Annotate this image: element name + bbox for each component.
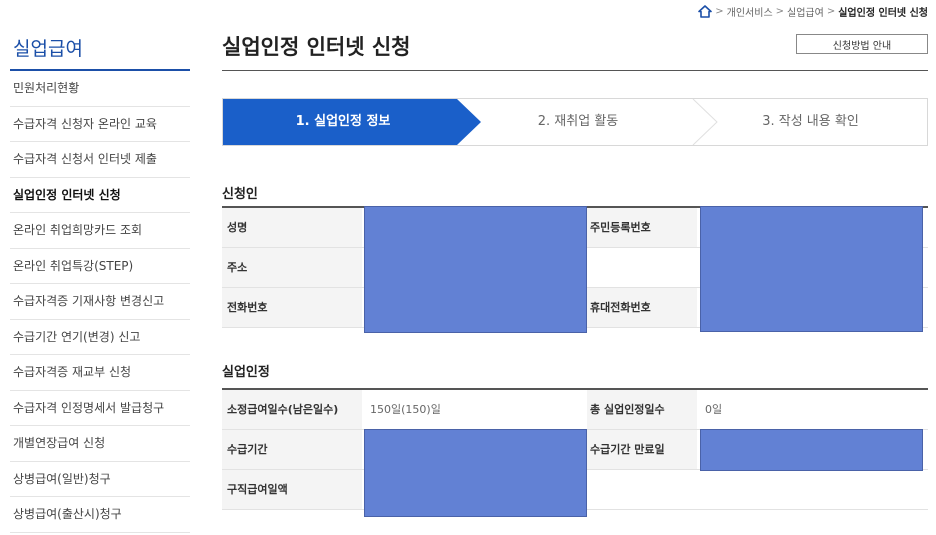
breadcrumb-item-current: 실업인정 인터넷 신청 xyxy=(838,8,928,19)
redaction-block-name-address-phone xyxy=(364,206,587,333)
main-content: 실업인정 인터넷 신청 신청방법 안내 1. 실업인정 정보 2. 재취업 활동… xyxy=(222,28,928,510)
sidebar-item-sickness-general[interactable]: 상병급여(일반)청구 xyxy=(10,462,190,497)
benefit-days-value: 150일(150)일 xyxy=(362,389,587,430)
sidebar-item-reissue[interactable]: 수급자격증 재교부 신청 xyxy=(10,355,190,391)
step-indicator: 1. 실업인정 정보 2. 재취업 활동 3. 작성 내용 확인 xyxy=(222,98,928,146)
step-2-reemployment-activity: 2. 재취업 활동 xyxy=(537,114,619,129)
sidebar-item-job-card[interactable]: 온라인 취업희망카드 조회 xyxy=(10,213,190,249)
sidebar-item-certificate-request[interactable]: 수급자격 인정명세서 발급청구 xyxy=(10,391,190,426)
table-row: 소정급여일수(남은일수) 150일(150)일 총 실업인정일수 0일 xyxy=(222,389,928,430)
period-expiry-label: 수급기간 만료일 xyxy=(587,429,697,470)
application-guide-button[interactable]: 신청방법 안내 xyxy=(796,34,928,54)
total-recognition-days-label: 총 실업인정일수 xyxy=(587,389,697,430)
mobile-label: 휴대전화번호 xyxy=(587,287,697,328)
rrn-label: 주민등록번호 xyxy=(587,207,697,248)
sidebar-item-sickness-maternity[interactable]: 상병급여(출산시)청구 xyxy=(10,497,190,533)
breadcrumb-separator: > xyxy=(775,6,785,17)
sidebar-item-period-extension[interactable]: 수급기간 연기(변경) 신고 xyxy=(10,320,190,355)
phone-label: 전화번호 xyxy=(222,287,362,328)
sidebar-item-recognition-apply[interactable]: 실업인정 인터넷 신청 xyxy=(10,178,190,213)
redaction-block-rrn xyxy=(700,206,923,332)
sidebar-title: 실업급여 xyxy=(10,28,190,71)
recognition-section-title: 실업인정 xyxy=(222,365,270,380)
sidebar-item-applicant-education[interactable]: 수급자격 신청자 온라인 교육 xyxy=(10,107,190,142)
benefit-days-label: 소정급여일수(남은일수) xyxy=(222,389,362,430)
name-label: 성명 xyxy=(222,207,362,248)
breadcrumb-item-personal-service[interactable]: 개인서비스 xyxy=(727,4,773,19)
sidebar-item-complaint-status[interactable]: 민원처리현황 xyxy=(10,71,190,107)
sidebar-item-online-lecture[interactable]: 온라인 취업특강(STEP) xyxy=(10,249,190,284)
sidebar: 실업급여 민원처리현황 수급자격 신청자 온라인 교육 수급자격 신청서 인터넷… xyxy=(10,28,190,533)
sidebar-item-change-report[interactable]: 수급자격증 기재사항 변경신고 xyxy=(10,284,190,320)
breadcrumb-separator: > xyxy=(826,6,836,17)
breadcrumb: > 개인서비스 > 실업급여 > 실업인정 인터넷 신청 xyxy=(698,4,928,19)
sidebar-item-application-submit[interactable]: 수급자격 신청서 인터넷 제출 xyxy=(10,142,190,178)
redaction-block-benefit-period xyxy=(364,429,587,517)
daily-benefit-label: 구직급여일액 xyxy=(222,469,362,510)
redaction-block-expiry-date xyxy=(700,429,923,471)
breadcrumb-separator: > xyxy=(715,6,724,17)
benefit-period-label: 수급기간 xyxy=(222,429,362,470)
sidebar-item-extended-benefit[interactable]: 개별연장급여 신청 xyxy=(10,426,190,462)
step-1-recognition-info: 1. 실업인정 정보 xyxy=(295,114,391,129)
applicant-section-title: 신청인 xyxy=(222,187,258,202)
step-3-confirm-content: 3. 작성 내용 확인 xyxy=(762,114,859,129)
breadcrumb-item-unemployment-benefit[interactable]: 실업급여 xyxy=(787,4,824,19)
home-icon[interactable] xyxy=(698,5,713,18)
address-label: 주소 xyxy=(222,247,362,288)
total-recognition-days-value: 0일 xyxy=(697,389,928,430)
